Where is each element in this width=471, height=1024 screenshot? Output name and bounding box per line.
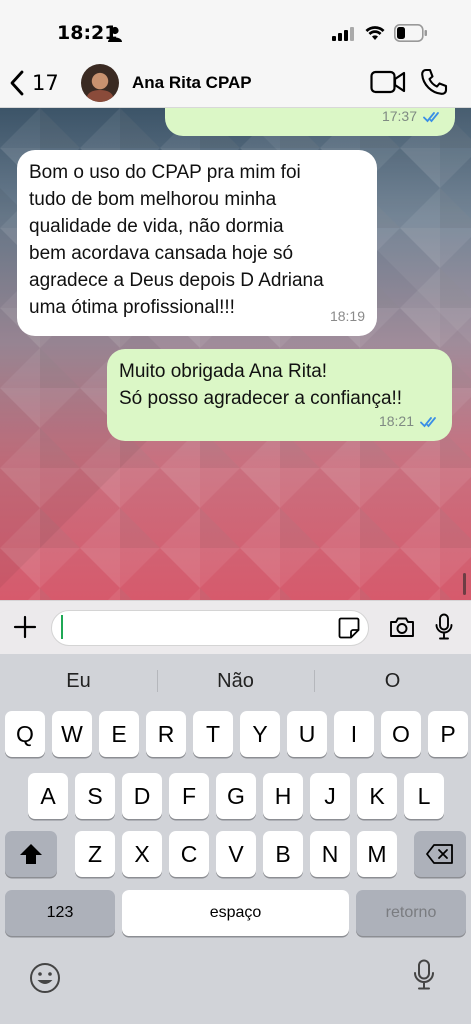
message-text: Bom o uso do CPAP pra mim foi tudo de bo…: [29, 162, 324, 318]
key-z[interactable]: Z: [75, 831, 115, 877]
chat-area[interactable]: 17:37 Bom o uso do CPAP pra mim foi tudo…: [0, 108, 471, 600]
avatar[interactable]: [81, 64, 119, 102]
read-ticks-icon: [423, 111, 439, 122]
back-button[interactable]: 17: [10, 66, 59, 100]
chat-header: 17 Ana Rita CPAP: [0, 58, 471, 108]
scroll-indicator[interactable]: [463, 573, 466, 595]
message-bubble-outgoing[interactable]: Muito obrigada Ana Rita! Só posso agrade…: [107, 349, 452, 441]
key-u[interactable]: U: [287, 711, 327, 757]
shift-key[interactable]: [5, 831, 57, 877]
message-time: 18:21: [379, 408, 440, 435]
key-v[interactable]: V: [216, 831, 256, 877]
dictation-microphone-icon[interactable]: [413, 959, 435, 991]
key-r[interactable]: R: [146, 711, 186, 757]
message-bubble-outgoing[interactable]: 17:37: [165, 108, 455, 136]
key-c[interactable]: C: [169, 831, 209, 877]
key-h[interactable]: H: [263, 773, 303, 819]
key-t[interactable]: T: [193, 711, 233, 757]
message-time: 17:37: [382, 108, 443, 130]
key-w[interactable]: W: [52, 711, 92, 757]
suggestion-3[interactable]: O: [314, 666, 471, 696]
microphone-icon[interactable]: [435, 613, 453, 641]
emoji-icon[interactable]: [29, 962, 61, 994]
key-i[interactable]: I: [334, 711, 374, 757]
video-call-icon[interactable]: [370, 70, 406, 94]
message-input[interactable]: [51, 610, 369, 646]
camera-icon[interactable]: [389, 616, 415, 638]
unread-count: 17: [32, 71, 59, 95]
message-time: 18:19: [329, 308, 365, 324]
status-bar: 18:21: [0, 0, 471, 58]
battery-icon: [394, 24, 427, 42]
message-input-bar: [0, 600, 471, 654]
shift-arrow-icon: [20, 844, 42, 864]
cellular-signal-icon: [332, 27, 354, 41]
delete-key[interactable]: [414, 831, 466, 877]
suggestion-2[interactable]: Não: [157, 666, 314, 696]
key-n[interactable]: N: [310, 831, 350, 877]
key-j[interactable]: J: [310, 773, 350, 819]
plus-icon[interactable]: [13, 615, 37, 639]
read-ticks-icon: [420, 416, 436, 427]
wifi-icon: [365, 26, 385, 40]
key-l[interactable]: L: [404, 773, 444, 819]
sticker-icon[interactable]: [338, 617, 360, 639]
key-s[interactable]: S: [75, 773, 115, 819]
key-b[interactable]: B: [263, 831, 303, 877]
key-q[interactable]: Q: [5, 711, 45, 757]
contact-name[interactable]: Ana Rita CPAP: [132, 73, 252, 93]
space-key[interactable]: espaço: [122, 890, 349, 936]
key-x[interactable]: X: [122, 831, 162, 877]
numbers-key[interactable]: 123: [5, 890, 115, 936]
suggestion-bar: Eu Não O: [0, 666, 471, 696]
key-g[interactable]: G: [216, 773, 256, 819]
key-p[interactable]: P: [428, 711, 468, 757]
message-text: Muito obrigada Ana Rita! Só posso agrade…: [119, 361, 403, 409]
key-d[interactable]: D: [122, 773, 162, 819]
keyboard: Eu Não O QWERTYUIOP ASDFGHJKL ZXCVBNM 12…: [0, 654, 471, 1024]
phone-icon[interactable]: [420, 68, 448, 96]
return-key[interactable]: retorno: [356, 890, 466, 936]
key-e[interactable]: E: [99, 711, 139, 757]
key-k[interactable]: K: [357, 773, 397, 819]
key-o[interactable]: O: [381, 711, 421, 757]
suggestion-1[interactable]: Eu: [0, 666, 157, 696]
text-cursor: [61, 615, 63, 639]
message-bubble-incoming[interactable]: Bom o uso do CPAP pra mim foi tudo de bo…: [17, 150, 377, 336]
chevron-left-icon: [10, 70, 24, 96]
key-f[interactable]: F: [169, 773, 209, 819]
key-y[interactable]: Y: [240, 711, 280, 757]
key-m[interactable]: M: [357, 831, 397, 877]
person-icon: [108, 26, 122, 42]
backspace-icon: [426, 844, 453, 864]
key-a[interactable]: A: [28, 773, 68, 819]
